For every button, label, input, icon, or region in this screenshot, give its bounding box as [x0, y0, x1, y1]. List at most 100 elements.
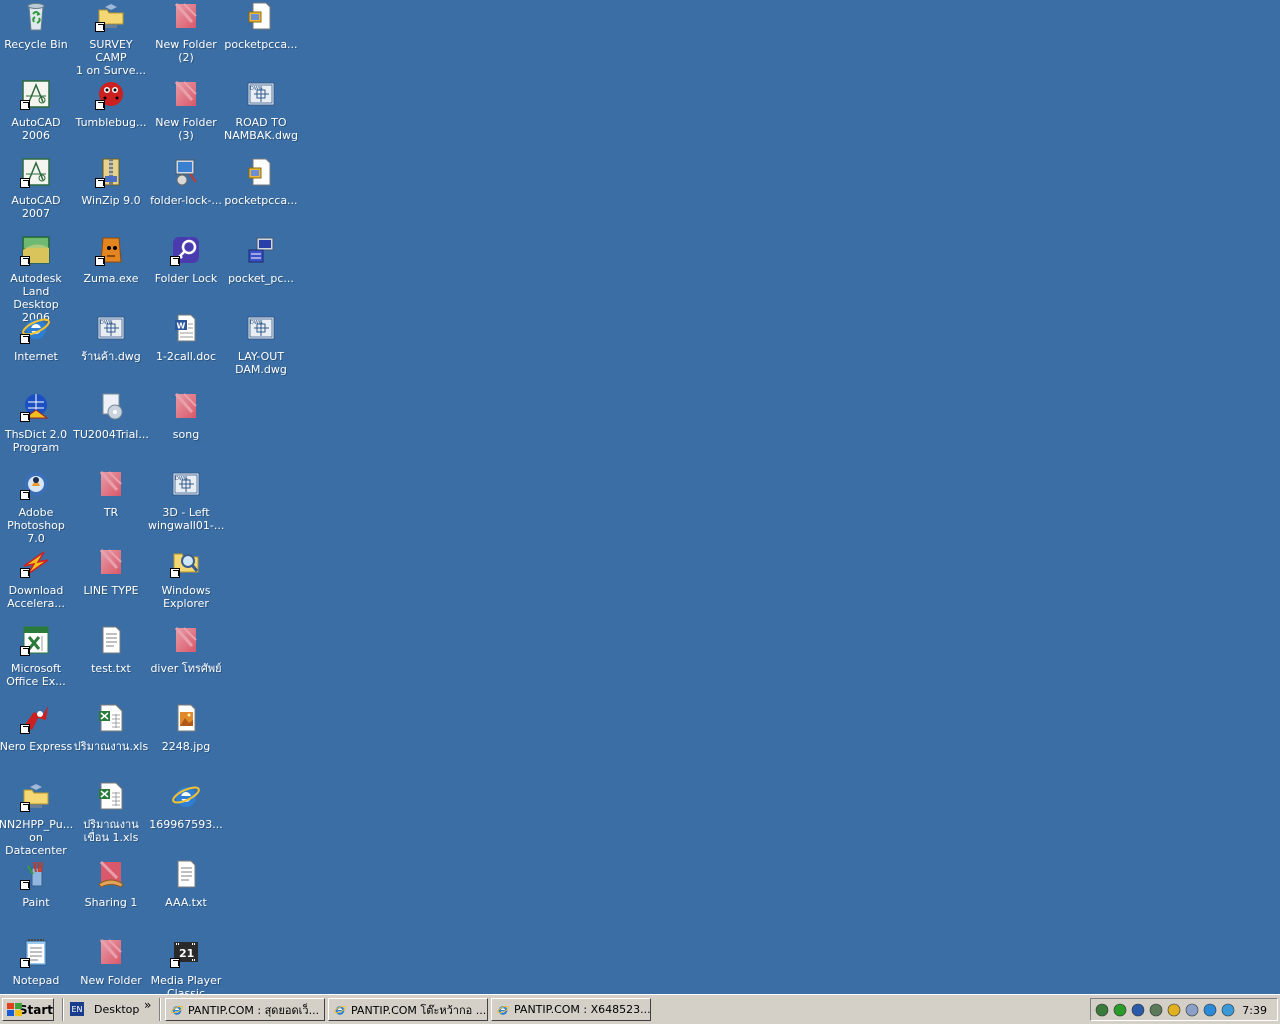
desktop-icon[interactable]: ปริมาณงาน เขื่อน 1.xls: [73, 780, 149, 856]
desktop-icon[interactable]: pocketpcca...: [223, 156, 299, 232]
desktop-icon[interactable]: Folder Lock: [148, 234, 224, 310]
network-folder-icon: [95, 0, 127, 32]
desktop-icon[interactable]: Zuma.exe: [73, 234, 149, 310]
desktop-icon-label: TU2004Trial...: [73, 428, 149, 441]
folder-icon: [170, 624, 202, 656]
svg-text:DWG: DWG: [250, 320, 263, 326]
desktop-icon[interactable]: Autodesk Land Desktop 2006: [0, 234, 74, 324]
desktop-icon[interactable]: Sharing 1: [73, 858, 149, 934]
antivirus-icon[interactable]: [1113, 1003, 1127, 1017]
desktop-icon[interactable]: Microsoft Office Ex...: [0, 624, 74, 700]
desktop-icon[interactable]: Internet: [0, 312, 74, 388]
desktop-icon[interactable]: Recycle Bin: [0, 0, 74, 76]
desktop-icon[interactable]: TR: [73, 468, 149, 544]
desktop-icon[interactable]: Paint: [0, 858, 74, 934]
desktop-icon[interactable]: LINE TYPE: [73, 546, 149, 622]
taskbar-window-button[interactable]: PANTIP.COM : X648523...: [491, 998, 651, 1021]
shortcut-arrow-icon: [95, 22, 105, 32]
desktop-icon[interactable]: Windows Explorer: [148, 546, 224, 622]
desktop-icon-label: Download Accelera...: [7, 584, 65, 610]
messenger-icon[interactable]: [1167, 1003, 1181, 1017]
land-desktop-icon: [20, 234, 52, 266]
volume-icon[interactable]: [1185, 1003, 1199, 1017]
desktop-icon[interactable]: ปริมาณงาน.xls: [73, 702, 149, 778]
desktop-icon-label: pocketpcca...: [224, 38, 298, 51]
desktop-icon[interactable]: SURVEY CAMP 1 on Surve...: [73, 0, 149, 77]
desktop-icon-label: AutoCAD 2006: [11, 116, 61, 142]
connection-icon[interactable]: [1149, 1003, 1163, 1017]
language-indicator[interactable]: EN: [70, 1002, 84, 1016]
desktop-icon-label: 169967593...: [149, 818, 223, 831]
svg-text:DWG: DWG: [250, 86, 263, 92]
desktop-icon[interactable]: ThsDict 2.0 Program: [0, 390, 74, 466]
desktop-icon[interactable]: song: [148, 390, 224, 466]
shortcut-arrow-icon: [20, 256, 30, 266]
desktop-icon-label: New Folder (2): [155, 38, 217, 64]
desktop-icon-label: Internet: [14, 350, 58, 363]
desktop-icon-label: pocketpcca...: [224, 194, 298, 207]
text-file-icon: [170, 858, 202, 890]
desktop-icon[interactable]: pocketpcca...: [223, 0, 299, 76]
desktop-icon[interactable]: Adobe Photoshop 7.0: [0, 468, 74, 545]
display-icon[interactable]: [1131, 1003, 1145, 1017]
desktop-icon[interactable]: NN2HPP_Pu... on Datacenter: [0, 780, 74, 857]
desktop-icon[interactable]: DWG ร้านค้า.dwg: [73, 312, 149, 388]
internet-explorer-icon: [20, 312, 52, 344]
desktop-icon[interactable]: diver โทรศัพย์: [148, 624, 224, 700]
desktop-toolbar-label[interactable]: Desktop: [94, 1003, 139, 1016]
desktop-icon[interactable]: folder-lock-...: [148, 156, 224, 232]
desktop-icon[interactable]: test.txt: [73, 624, 149, 700]
desktop-icon[interactable]: pocket_pc...: [223, 234, 299, 310]
update-icon[interactable]: [1221, 1003, 1235, 1017]
desktop-icon[interactable]: AAA.txt: [148, 858, 224, 934]
desktop-icon[interactable]: New Folder (3): [148, 78, 224, 154]
taskbar-window-label: PANTIP.COM : X648523...: [514, 1003, 651, 1016]
clock[interactable]: 7:39: [1242, 1004, 1267, 1017]
folder-icon: [95, 546, 127, 578]
network-icon[interactable]: [1095, 1003, 1109, 1017]
dwg-file-icon: DWG: [95, 312, 127, 344]
desktop-icon[interactable]: WinZip 9.0: [73, 156, 149, 232]
desktop-icon-label: LINE TYPE: [83, 584, 139, 597]
desktop-icon-label: ThsDict 2.0 Program: [4, 428, 68, 454]
archive-icon: [245, 156, 277, 188]
desktop-icon[interactable]: 2248.jpg: [148, 702, 224, 778]
folder-icon: [170, 0, 202, 32]
desktop-icon[interactable]: DWG 3D - Left wingwall01-...: [148, 468, 224, 544]
desktop-icon[interactable]: AutoCAD 2007: [0, 156, 74, 232]
desktop-icon[interactable]: DWG ROAD TO NAMBAK.dwg: [223, 78, 299, 154]
shortcut-arrow-icon: [170, 256, 180, 266]
desktop-icon-label: 1-2call.doc: [155, 350, 217, 363]
desktop-icon-label: LAY-OUT DAM.dwg: [235, 350, 287, 376]
desktop-icon[interactable]: DWG LAY-OUT DAM.dwg: [223, 312, 299, 388]
desktop-icon[interactable]: 169967593...: [148, 780, 224, 856]
desktop-icon-label: diver โทรศัพย์: [150, 662, 222, 675]
desktop-icon[interactable]: Download Accelera...: [0, 546, 74, 622]
desktop-icon-label: test.txt: [91, 662, 131, 675]
taskbar-window-label: PANTIP.COM : สุดยอดเว็...: [188, 1003, 320, 1017]
desktop-icon-label: pocket_pc...: [228, 272, 294, 285]
taskbar: Start EN Desktop » PANTIP.COM : สุดยอดเว…: [0, 994, 1280, 1024]
desktop-icon-label: NN2HPP_Pu... on Datacenter: [0, 818, 74, 857]
shortcut-arrow-icon: [20, 880, 30, 890]
desktop-icon[interactable]: W 1-2call.doc: [148, 312, 224, 388]
desktop-icon[interactable]: Tumblebug...: [73, 78, 149, 154]
desktop-icon[interactable]: Nero Express: [0, 702, 74, 778]
start-button[interactable]: Start: [2, 998, 54, 1021]
shortcut-arrow-icon: [20, 100, 30, 110]
taskbar-window-button[interactable]: PANTIP.COM : สุดยอดเว็...: [165, 998, 325, 1021]
desktop-icon[interactable]: AutoCAD 2006: [0, 78, 74, 154]
notepad-icon: [20, 936, 52, 968]
desktop-icon-label: TR: [103, 506, 119, 519]
taskbar-window-button[interactable]: PANTIP.COM โต๊ะหว้ากอ ...: [328, 998, 488, 1021]
sync-icon[interactable]: [1203, 1003, 1217, 1017]
toolbar-chevron-button[interactable]: »: [144, 998, 151, 1012]
desktop-icon[interactable]: New Folder (2): [148, 0, 224, 76]
desktop-icon-label: SURVEY CAMP 1 on Surve...: [76, 38, 146, 77]
installer-icon: [95, 390, 127, 422]
system-tray: 7:39: [1090, 998, 1278, 1021]
shortcut-arrow-icon: [95, 256, 105, 266]
start-label: Start: [18, 1002, 53, 1017]
shortcut-arrow-icon: [20, 568, 30, 578]
desktop-icon[interactable]: TU2004Trial...: [73, 390, 149, 466]
